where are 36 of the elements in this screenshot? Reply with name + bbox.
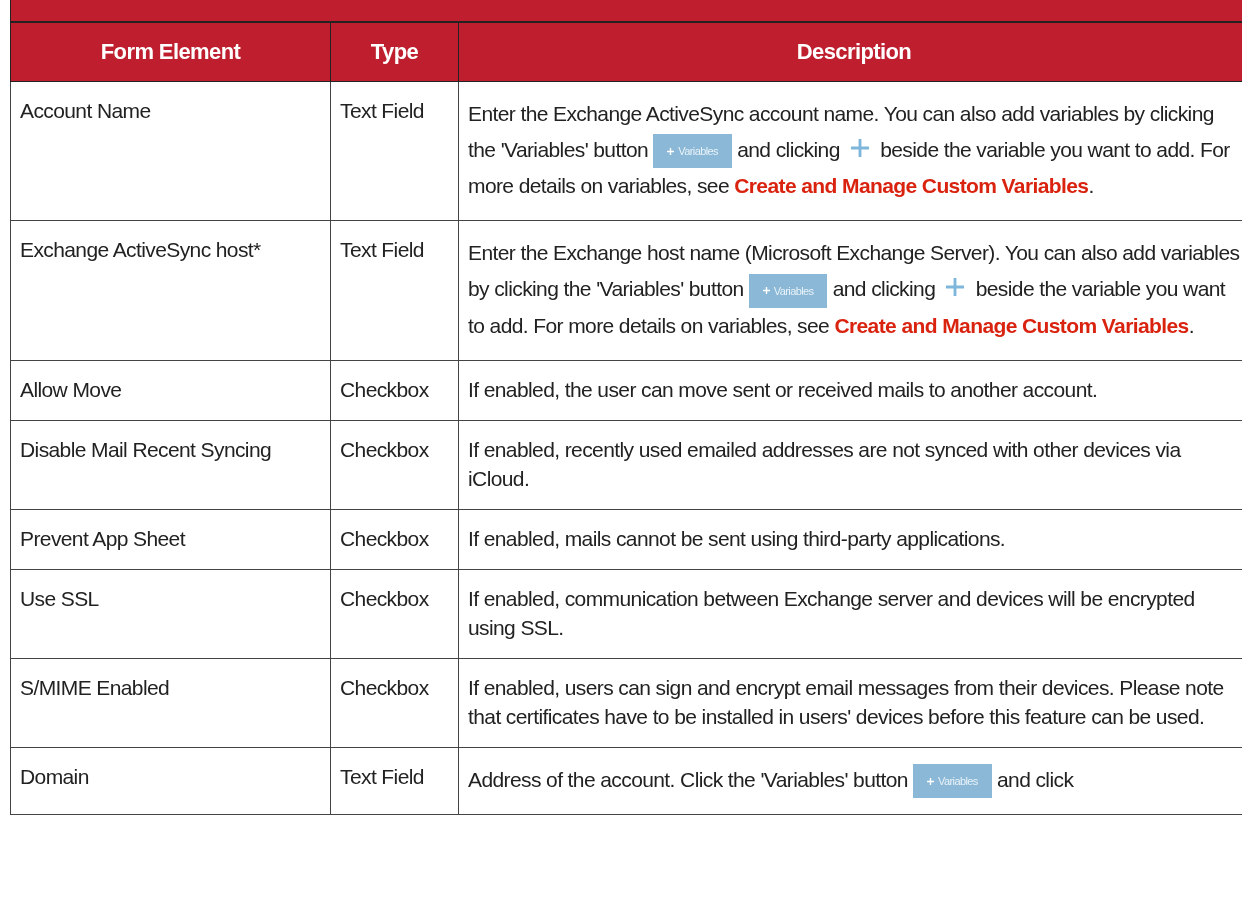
plus-icon: [762, 287, 770, 295]
table-cell: Allow Move: [10, 360, 331, 421]
table-cell: Checkbox: [330, 569, 459, 659]
description-text: If enabled, recently used emailed addresses are not synced with other devices via iCloud.: [468, 437, 1181, 490]
table-cell: Prevent App Sheet: [10, 509, 331, 570]
table-cell: Text Field: [330, 81, 459, 221]
variables-button[interactable]: Variables: [913, 764, 992, 799]
variables-button[interactable]: Variables: [653, 134, 732, 169]
description-text: If enabled, the user can move sent or received mails to another account.: [468, 377, 1098, 401]
description-text: Enter the Exchange host name (Microsoft Exchange Server). You can also add variables by clicking the 'Variables' button Variables and clicking beside the variable you want to add. For more details on variables, see Create and Manage Custom Variables.: [468, 241, 1240, 337]
description-text: Enter the Exchange ActiveSync account name. You can also add variables by clicking the 'Variables' button Variables and clicking beside the variable you want to add. For more details on variables, see Create and Manage Custom Variables.: [468, 102, 1230, 198]
variables-button[interactable]: Variables: [748, 273, 828, 308]
doc-link[interactable]: Create and Manage Custom Variables: [734, 174, 1089, 198]
plus-icon: [850, 139, 869, 157]
plus-icon: [946, 278, 965, 297]
table-cell: Exchange ActiveSync host*: [10, 220, 331, 361]
table-cell: Disable Mail Recent Syncing: [10, 420, 331, 510]
table-cell: Checkbox: [330, 420, 459, 510]
plus-icon: [667, 147, 675, 155]
description-text: If enabled, users can sign and encrypt email messages from their devices. Please note that certificates have to be installed in users' devices before this feature can be used.: [468, 675, 1224, 728]
doc-link[interactable]: Create and Manage Custom Variables: [834, 313, 1189, 337]
column-header: Form Element: [10, 22, 331, 82]
column-header: Type: [330, 22, 459, 82]
description-text: If enabled, communication between Exchange server and devices will be encrypted using SSL.: [468, 586, 1195, 639]
table-cell: Checkbox: [330, 658, 459, 748]
table-cell: Account Name: [10, 81, 331, 221]
description-text: If enabled, mails cannot be sent using third-party applications.: [468, 526, 1006, 550]
table-cell: Checkbox: [330, 509, 459, 570]
table-cell: S/MIME Enabled: [10, 658, 331, 748]
table-cell: Text Field: [330, 220, 459, 361]
table-cell: Text Field: [330, 747, 459, 815]
column-header: Description: [458, 22, 1242, 82]
table-cell: Domain: [10, 747, 331, 815]
plus-icon: [927, 777, 935, 785]
table-cell: Checkbox: [330, 360, 459, 421]
table-cell: Use SSL: [10, 569, 331, 659]
